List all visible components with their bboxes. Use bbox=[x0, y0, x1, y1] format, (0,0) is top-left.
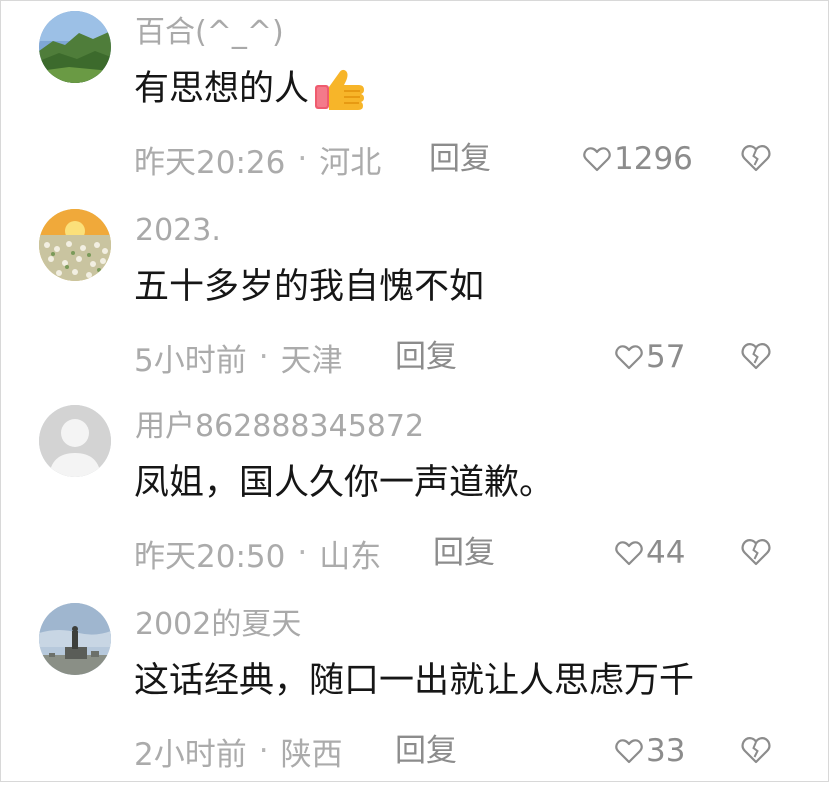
separator: · bbox=[258, 339, 269, 375]
username[interactable]: 2002的夏天 bbox=[135, 605, 301, 645]
separator: · bbox=[297, 141, 308, 177]
sunset-flower-field-icon bbox=[39, 209, 111, 281]
comment-meta: 昨天20:50 · 山东 bbox=[134, 531, 381, 575]
separator: · bbox=[297, 535, 308, 571]
thumbs-up-emoji-icon bbox=[315, 69, 365, 110]
broken-heart-icon[interactable] bbox=[741, 537, 771, 567]
comment-item: 2023. 五十多岁的我自愧不如 5小时前 · 天津 回复 57 bbox=[1, 199, 829, 394]
like-button[interactable]: 57 bbox=[615, 335, 685, 379]
reply-button[interactable]: 回复 bbox=[433, 531, 495, 575]
comment-location: 天津 bbox=[280, 342, 343, 379]
comment-item: 用户862888345872 凤姐，国人久你一声道歉。 昨天20:50 · 山东… bbox=[1, 395, 829, 590]
like-button[interactable]: 33 bbox=[615, 729, 685, 773]
comment-item: 2002的夏天 这话经典，随口一出就让人思虑万千 2小时前 · 陕西 回复 33 bbox=[1, 593, 829, 788]
comment-location: 陕西 bbox=[280, 736, 343, 773]
username[interactable]: 用户862888345872 bbox=[135, 407, 424, 447]
comment-text-body: 这话经典，随口一出就让人思虑万千 bbox=[134, 661, 695, 701]
like-count: 1296 bbox=[614, 141, 693, 177]
username[interactable]: 2023. bbox=[135, 211, 221, 251]
reply-button[interactable]: 回复 bbox=[395, 729, 457, 773]
comment-text: 凤姐，国人久你一声道歉。 bbox=[134, 459, 554, 507]
heart-outline-icon bbox=[615, 541, 643, 566]
like-button[interactable]: 1296 bbox=[583, 137, 693, 181]
reply-button[interactable]: 回复 bbox=[395, 335, 457, 379]
username[interactable]: 百合(^_^) bbox=[135, 13, 284, 53]
like-count: 57 bbox=[646, 339, 686, 375]
comment-list: 百合(^_^) 有思想的人 昨天20:26 · 河北 回复 1296 2023.… bbox=[0, 0, 829, 782]
like-count: 33 bbox=[646, 733, 686, 769]
broken-heart-icon[interactable] bbox=[741, 143, 771, 173]
reply-button[interactable]: 回复 bbox=[429, 137, 491, 181]
comment-text-body: 五十多岁的我自愧不如 bbox=[134, 267, 485, 307]
mountain-landscape-icon bbox=[39, 11, 111, 83]
comment-time: 昨天20:26 bbox=[134, 144, 286, 181]
like-count: 44 bbox=[646, 535, 686, 571]
separator: · bbox=[258, 733, 269, 769]
comment-time: 昨天20:50 bbox=[134, 538, 286, 575]
comment-meta: 昨天20:26 · 河北 bbox=[134, 137, 381, 181]
comment-time: 2小时前 bbox=[134, 736, 247, 773]
comment-text: 五十多岁的我自愧不如 bbox=[134, 263, 484, 311]
like-button[interactable]: 44 bbox=[615, 531, 685, 575]
comment-text-body: 有思想的人 bbox=[134, 69, 310, 109]
avatar[interactable] bbox=[39, 405, 111, 477]
comment-meta: 5小时前 · 天津 bbox=[134, 335, 343, 379]
comment-location: 山东 bbox=[319, 538, 382, 575]
heart-outline-icon bbox=[583, 147, 611, 172]
monument-sky-icon bbox=[39, 603, 111, 675]
comment-meta: 2小时前 · 陕西 bbox=[134, 729, 343, 773]
broken-heart-icon[interactable] bbox=[741, 341, 771, 371]
comment-text: 有思想的人 bbox=[134, 65, 367, 113]
comment-text-body: 凤姐，国人久你一声道歉。 bbox=[134, 463, 555, 503]
default-user-icon bbox=[39, 405, 111, 477]
comment-time: 5小时前 bbox=[134, 342, 247, 379]
comment-location: 河北 bbox=[319, 144, 382, 181]
avatar[interactable] bbox=[39, 11, 111, 83]
comment-item: 百合(^_^) 有思想的人 昨天20:26 · 河北 回复 1296 bbox=[1, 1, 829, 196]
heart-outline-icon bbox=[615, 739, 643, 764]
avatar[interactable] bbox=[39, 209, 111, 281]
comment-text: 这话经典，随口一出就让人思虑万千 bbox=[134, 657, 694, 705]
broken-heart-icon[interactable] bbox=[741, 735, 771, 765]
avatar[interactable] bbox=[39, 603, 111, 675]
heart-outline-icon bbox=[615, 345, 643, 370]
